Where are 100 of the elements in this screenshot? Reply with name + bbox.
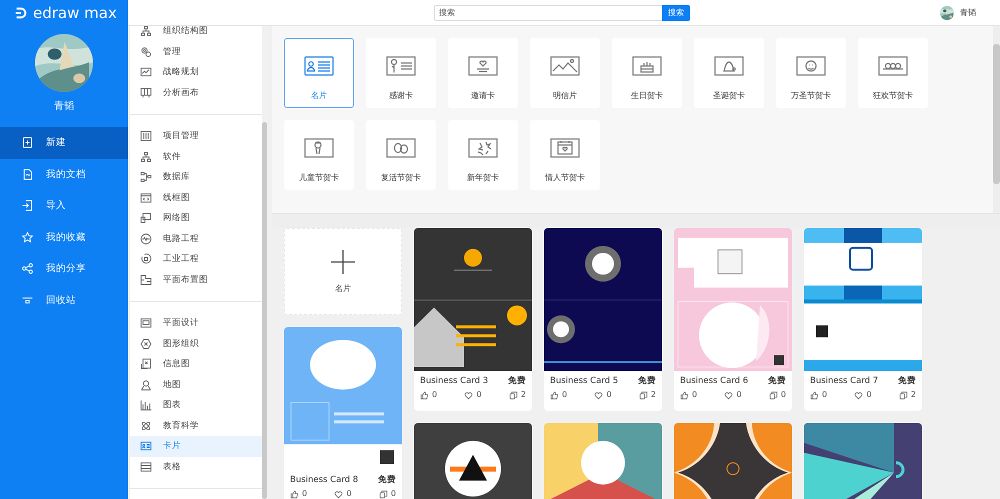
wave-icon bbox=[140, 232, 152, 245]
template-tile[interactable]: 狂欢节贺卡 bbox=[858, 38, 928, 108]
favorite-count: 0 bbox=[866, 390, 872, 400]
heart-icon bbox=[854, 390, 864, 400]
eggs-card-icon bbox=[386, 138, 416, 158]
nodes-icon bbox=[140, 171, 152, 184]
nav-item[interactable]: 我的文档 bbox=[0, 158, 128, 190]
category-item[interactable]: 数据库 bbox=[130, 167, 262, 188]
thumbs-up-icon bbox=[550, 390, 559, 400]
category-item[interactable]: 战略规划 bbox=[130, 62, 262, 82]
line-chart-icon bbox=[140, 66, 152, 78]
bell-card-icon bbox=[714, 56, 744, 76]
bar-chart-icon bbox=[140, 399, 152, 412]
category-item[interactable]: 分析画布 bbox=[130, 82, 262, 103]
category-item[interactable]: 信息图 bbox=[130, 354, 262, 374]
floor-plan-icon bbox=[140, 274, 152, 286]
category-item[interactable]: 表格 bbox=[130, 456, 262, 477]
category-item[interactable]: 工业工程 bbox=[130, 249, 262, 270]
template-tile[interactable]: 邀请卡 bbox=[448, 38, 518, 108]
nav-item[interactable]: 回收站 bbox=[0, 284, 128, 316]
price-label: 免费 bbox=[378, 474, 396, 486]
copy-count: 2 bbox=[520, 390, 526, 400]
category-item[interactable]: 图形组织 bbox=[130, 334, 262, 354]
template-tile[interactable]: 万圣节贺卡 bbox=[776, 38, 846, 108]
pumpkin-card-icon bbox=[796, 56, 826, 76]
copy-icon bbox=[378, 490, 388, 498]
category-item[interactable]: 软件 bbox=[130, 146, 262, 167]
like-count: 0 bbox=[432, 390, 438, 400]
copy-count: 0 bbox=[780, 390, 786, 400]
nav-item[interactable]: 新建 bbox=[0, 127, 128, 158]
search-button[interactable]: 搜索 bbox=[662, 4, 690, 20]
copy-icon bbox=[508, 390, 518, 400]
board-icon bbox=[140, 86, 152, 99]
new-file-icon bbox=[21, 136, 34, 150]
document-icon bbox=[21, 168, 34, 181]
category-item[interactable]: 平面设计 bbox=[130, 313, 262, 334]
category-item[interactable]: 项目管理 bbox=[130, 126, 262, 146]
template-tile[interactable]: 新年贺卡 bbox=[448, 120, 518, 190]
scrollbar[interactable] bbox=[993, 26, 1000, 213]
cycle-icon bbox=[140, 253, 152, 266]
template-tile[interactable]: 圣诞贺卡 bbox=[694, 38, 764, 108]
hierarchy-icon bbox=[140, 26, 152, 38]
template-tile[interactable]: 名片 bbox=[284, 38, 354, 108]
favorite-count: 0 bbox=[346, 489, 352, 499]
like-count: 0 bbox=[692, 390, 698, 400]
plus-icon bbox=[330, 249, 356, 275]
thumbs-up-icon bbox=[680, 390, 689, 400]
category-item[interactable]: 网络图 bbox=[130, 208, 262, 228]
image-icon bbox=[140, 317, 152, 330]
template-tile[interactable]: 复活节贺卡 bbox=[366, 120, 436, 190]
calendar-card-icon bbox=[550, 138, 580, 158]
copy-icon bbox=[768, 390, 778, 400]
template-tile[interactable]: 儿童节贺卡 bbox=[284, 120, 354, 190]
favorite-count: 0 bbox=[736, 390, 742, 400]
map-pin-icon bbox=[140, 378, 152, 391]
template-tile[interactable]: 感谢卡 bbox=[366, 38, 436, 108]
category-item[interactable]: 图表 bbox=[130, 395, 262, 416]
id-card-icon bbox=[140, 440, 152, 452]
template-tile[interactable]: 明信片 bbox=[530, 38, 600, 108]
category-item[interactable]: 平面布置图 bbox=[130, 270, 262, 290]
nav-item[interactable]: 我的收藏 bbox=[0, 222, 128, 253]
table-icon bbox=[140, 460, 152, 473]
logo-text: edraw max bbox=[33, 4, 117, 22]
heart-icon bbox=[464, 390, 474, 400]
scrollbar[interactable] bbox=[262, 26, 267, 499]
copy-count: 0 bbox=[390, 489, 396, 499]
template-card[interactable]: Business Card 8 免费 0 0 0 bbox=[284, 327, 402, 499]
template-card[interactable]: Business Card 6 免费 0 0 0 bbox=[674, 228, 792, 411]
template-tile[interactable]: 情人节贺卡 bbox=[530, 120, 600, 190]
copy-icon bbox=[638, 390, 648, 400]
like-count: 0 bbox=[822, 390, 828, 400]
card-title: Business Card 8 bbox=[290, 474, 358, 484]
category-item[interactable]: 管理 bbox=[130, 42, 262, 62]
like-count: 0 bbox=[562, 390, 568, 400]
nav-item[interactable]: 导入 bbox=[0, 190, 128, 222]
category-item[interactable]: 教育科学 bbox=[130, 416, 262, 436]
category-item[interactable]: 卡片 bbox=[130, 436, 262, 456]
copy-count: 2 bbox=[910, 390, 916, 400]
heart-icon bbox=[594, 390, 604, 400]
card-title: Business Card 3 bbox=[420, 376, 488, 386]
price-label: 免费 bbox=[768, 374, 786, 386]
category-item[interactable]: 组织结构图 bbox=[130, 26, 262, 42]
search-field[interactable]: 搜索 bbox=[434, 4, 662, 20]
template-tile[interactable]: 生日贺卡 bbox=[612, 38, 682, 108]
copy-icon bbox=[898, 390, 908, 400]
category-item[interactable]: 电路工程 bbox=[130, 228, 262, 249]
category-item[interactable]: 线框图 bbox=[130, 188, 262, 208]
nav-item[interactable]: 我的分享 bbox=[0, 253, 128, 284]
category-item[interactable]: 地图 bbox=[130, 374, 262, 395]
user-name[interactable]: 青韬 bbox=[960, 7, 976, 18]
new-template-tile[interactable]: 名片 bbox=[284, 228, 402, 315]
hierarchy-icon bbox=[140, 150, 152, 163]
template-card[interactable]: Business Card 5 免费 0 0 2 bbox=[544, 228, 662, 411]
id-card-icon bbox=[304, 56, 334, 76]
template-card[interactable]: Business Card 7 免费 0 0 2 bbox=[804, 228, 922, 411]
landscape-card-icon bbox=[550, 56, 580, 76]
price-label: 免费 bbox=[508, 374, 526, 386]
template-card[interactable]: Business Card 3 免费 0 0 2 bbox=[414, 228, 532, 411]
share-icon bbox=[21, 262, 34, 276]
card-title: Business Card 5 bbox=[550, 376, 618, 386]
